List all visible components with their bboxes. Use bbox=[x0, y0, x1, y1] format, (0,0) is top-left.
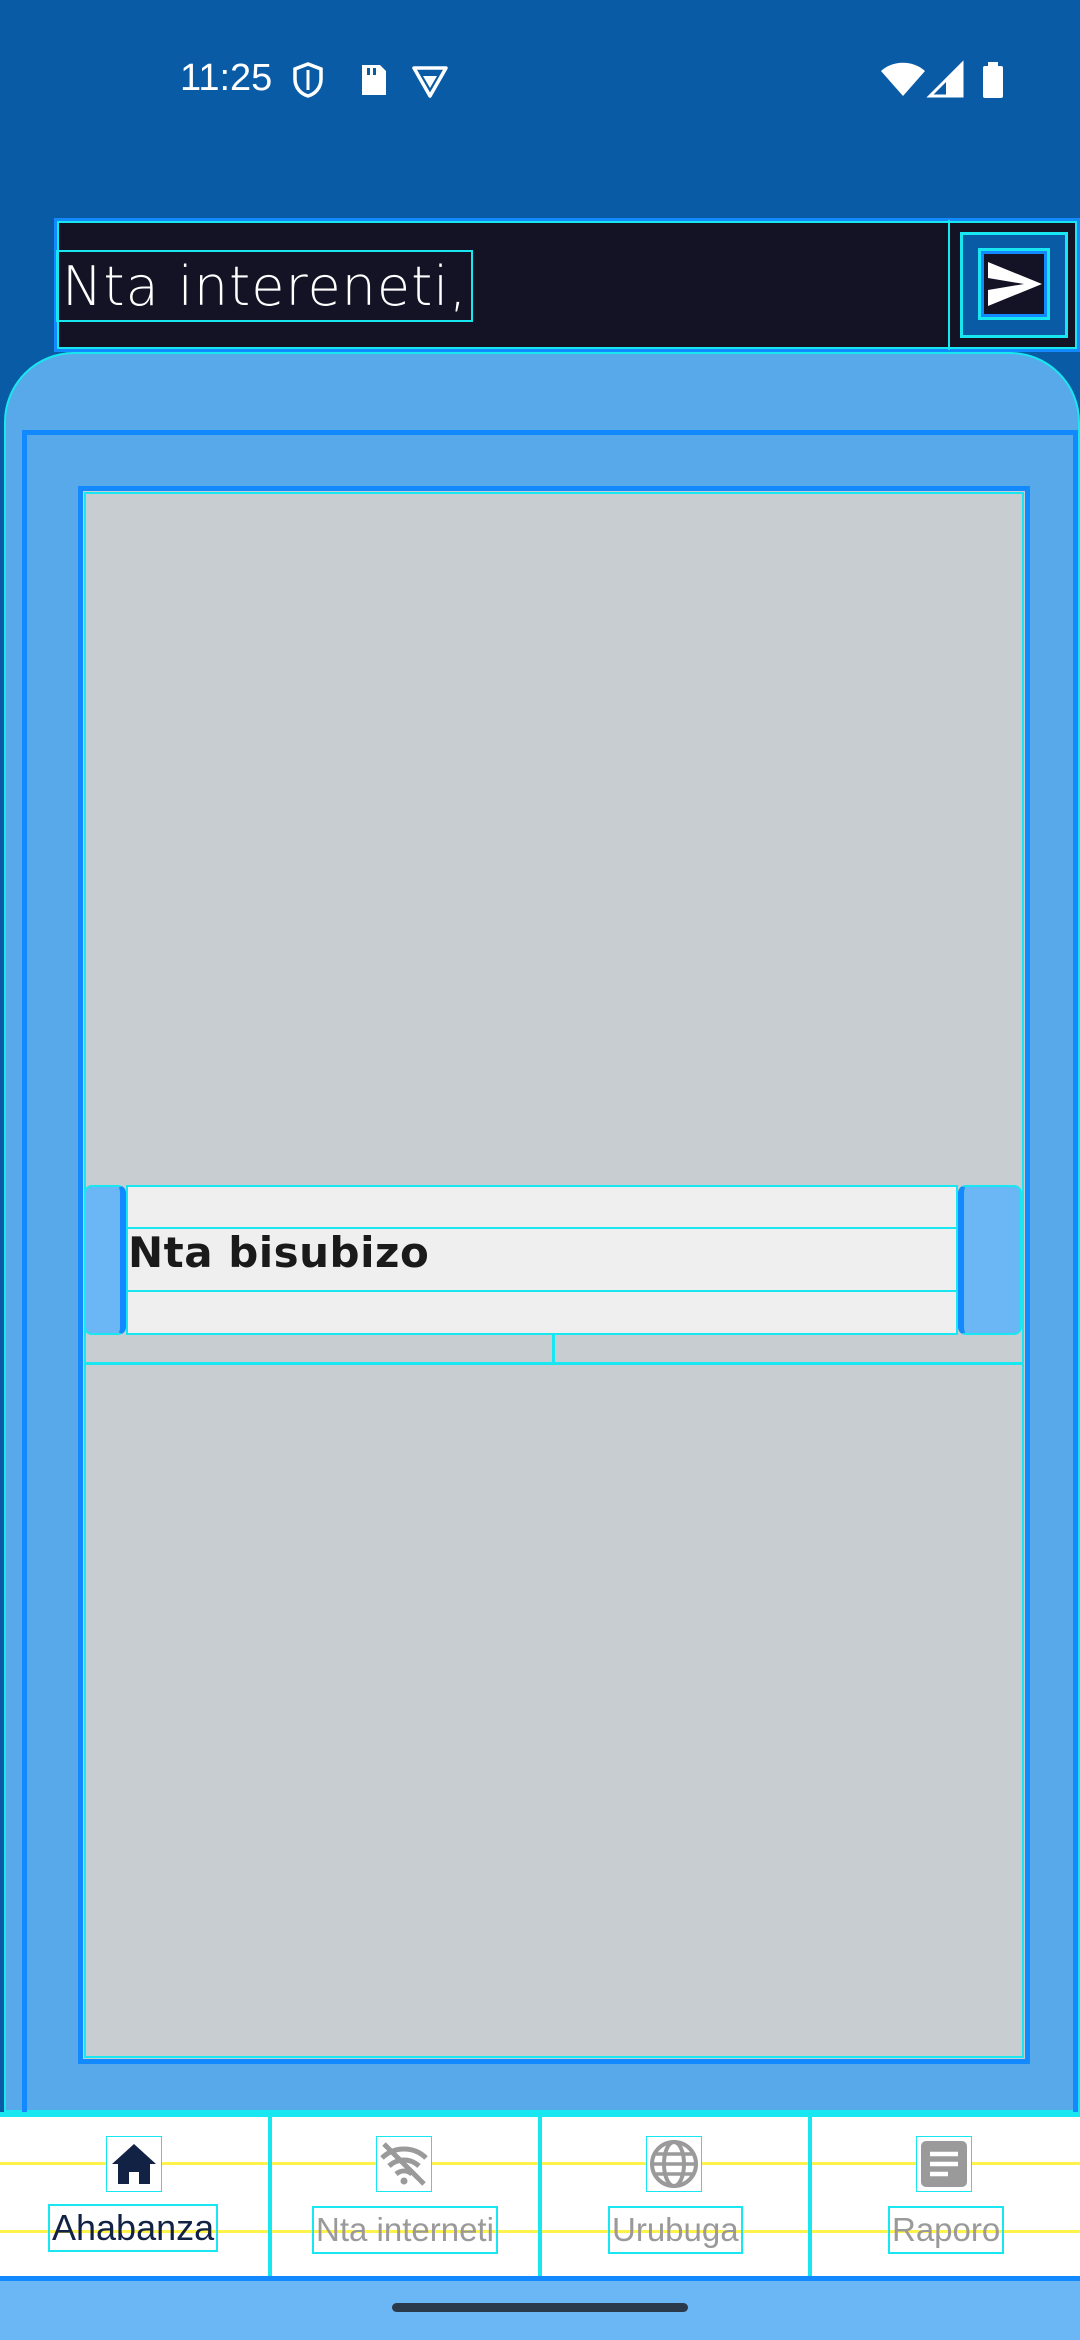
shield-icon bbox=[293, 62, 323, 98]
message-right-edge bbox=[958, 1185, 1022, 1335]
sd-card-icon bbox=[362, 65, 386, 95]
wifi-off-icon bbox=[376, 2136, 432, 2192]
report-icon bbox=[916, 2136, 972, 2192]
nav-label-home: Ahabanza bbox=[48, 2204, 219, 2252]
divider-mid bbox=[552, 1335, 555, 1365]
nav-label-offline: Nta interneti bbox=[312, 2206, 498, 2254]
gesture-handle[interactable] bbox=[392, 2303, 688, 2312]
bubble-divider bbox=[126, 1290, 958, 1292]
header-title: Nta intereneti, bbox=[56, 250, 474, 322]
globe-icon bbox=[646, 2136, 702, 2192]
nav-label-web: Urubuga bbox=[608, 2206, 743, 2254]
vpn-icon bbox=[412, 66, 448, 98]
battery-icon bbox=[983, 62, 1003, 98]
message-left-edge bbox=[84, 1185, 126, 1335]
nav-label-report: Raporo bbox=[888, 2206, 1005, 2254]
status-time: 11:25 bbox=[180, 57, 273, 99]
message-text: Nta bisubizo bbox=[128, 1228, 430, 1277]
wifi-icon bbox=[881, 62, 925, 96]
home-icon bbox=[106, 2136, 162, 2192]
send-icon bbox=[984, 254, 1044, 314]
signal-icon bbox=[926, 60, 964, 98]
